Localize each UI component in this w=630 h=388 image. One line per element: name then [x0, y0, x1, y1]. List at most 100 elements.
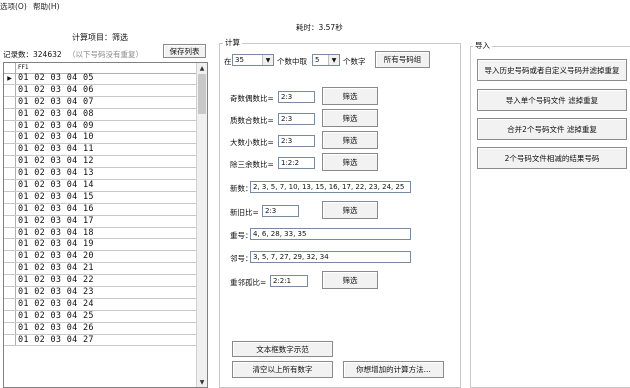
number-cell[interactable]: 01 02 03 04 23 [18, 287, 94, 298]
scroll-thumb[interactable] [198, 74, 206, 114]
number-cell[interactable]: 01 02 03 04 13 [18, 168, 94, 179]
table-row[interactable]: 01 02 03 04 10 [4, 132, 197, 145]
number-cell[interactable]: 01 02 03 04 19 [18, 239, 94, 250]
table-row[interactable]: 01 02 03 04 27 [4, 334, 197, 347]
table-row[interactable]: ▶ 01 02 03 04 05 [4, 73, 197, 85]
table-row[interactable]: 01 02 03 04 24 [4, 298, 197, 311]
column-header[interactable]: FF1 [18, 64, 29, 71]
table-row[interactable]: 01 02 03 04 11 [4, 144, 197, 157]
table-row[interactable]: 01 02 03 04 08 [4, 108, 197, 121]
row-header[interactable] [4, 180, 16, 191]
row-header[interactable] [4, 310, 16, 322]
all-numbers-button[interactable]: 所有号码组 [375, 51, 430, 68]
neighbor-input[interactable]: 3, 5, 7, 27, 29, 32, 34 [250, 251, 411, 263]
row-header[interactable] [4, 275, 16, 287]
table-row[interactable]: 01 02 03 04 20 [4, 251, 197, 264]
row-header[interactable] [4, 263, 16, 275]
odd-even-filter-button[interactable]: 筛选 [322, 87, 378, 105]
table-row[interactable]: 01 02 03 04 12 [4, 156, 197, 169]
number-cell[interactable]: 01 02 03 04 10 [18, 132, 94, 143]
row-header[interactable] [4, 227, 16, 239]
merge-two-files-button[interactable]: 合并2个号码文件 滤掉重复 [477, 118, 627, 140]
big-small-input[interactable]: 2:3 [278, 135, 315, 147]
number-cell[interactable]: 01 02 03 04 15 [18, 192, 94, 203]
new-old-input[interactable]: 2:3 [262, 205, 299, 217]
row-pointer-icon[interactable]: ▶ [4, 73, 16, 84]
row-header[interactable] [4, 191, 16, 203]
table-row[interactable]: 01 02 03 04 15 [4, 191, 197, 204]
table-row[interactable]: 01 02 03 04 09 [4, 120, 197, 133]
row-header[interactable] [4, 96, 16, 108]
number-cell[interactable]: 01 02 03 04 06 [18, 85, 94, 96]
number-cell[interactable]: 01 02 03 04 08 [18, 109, 94, 120]
repeat-neighbor-isolated-filter-button[interactable]: 筛选 [322, 271, 378, 289]
number-cell[interactable]: 01 02 03 04 05 [18, 73, 94, 84]
number-cell[interactable]: 01 02 03 04 27 [18, 335, 94, 346]
big-small-filter-button[interactable]: 筛选 [322, 131, 378, 149]
table-row[interactable]: 01 02 03 04 21 [4, 263, 197, 276]
clear-all-button[interactable]: 清空以上所有数字 [232, 361, 333, 378]
table-row[interactable]: 01 02 03 04 23 [4, 287, 197, 299]
odd-even-input[interactable]: 2:3 [278, 91, 315, 103]
number-cell[interactable]: 01 02 03 04 17 [18, 216, 94, 227]
table-row[interactable]: 01 02 03 04 14 [4, 180, 197, 192]
number-cell[interactable]: 01 02 03 04 09 [18, 121, 94, 132]
table-row[interactable]: 01 02 03 04 16 [4, 203, 197, 216]
table-row[interactable]: 01 02 03 04 18 [4, 227, 197, 240]
table-row[interactable]: 01 02 03 04 26 [4, 322, 197, 335]
number-cell[interactable]: 01 02 03 04 25 [18, 311, 94, 322]
scroll-up-icon[interactable]: ▲ [197, 63, 207, 73]
scroll-down-icon[interactable]: ▼ [197, 377, 207, 387]
number-cell[interactable]: 01 02 03 04 07 [18, 97, 94, 108]
row-header[interactable] [4, 322, 16, 334]
dropdown-arrow-icon[interactable]: ▼ [328, 55, 339, 65]
save-list-button[interactable]: 保存列表 [163, 44, 206, 58]
import-single-file-button[interactable]: 导入单个号码文件 滤掉重复 [477, 89, 627, 111]
table-row[interactable]: 01 02 03 04 19 [4, 239, 197, 252]
prime-composite-input[interactable]: 2:3 [278, 113, 315, 125]
k-select[interactable]: 5 ▼ [312, 54, 340, 66]
mod3-filter-button[interactable]: 筛选 [322, 153, 378, 171]
number-cell[interactable]: 01 02 03 04 16 [18, 204, 94, 215]
import-history-button[interactable]: 导入历史号码或者自定义号码并滤掉重复 [477, 59, 627, 81]
row-header[interactable] [4, 287, 16, 298]
number-cell[interactable]: 01 02 03 04 12 [18, 156, 94, 167]
number-cell[interactable]: 01 02 03 04 26 [18, 323, 94, 334]
row-header[interactable] [4, 215, 16, 227]
menu-help[interactable]: 帮助(H) [33, 1, 60, 12]
repeat-input[interactable]: 4, 6, 28, 33, 35 [250, 228, 411, 240]
n-select[interactable]: 35 ▼ [232, 54, 274, 66]
table-row[interactable]: 01 02 03 04 22 [4, 275, 197, 288]
row-header[interactable] [4, 203, 16, 215]
number-cell[interactable]: 01 02 03 04 18 [18, 228, 94, 239]
table-row[interactable]: 01 02 03 04 25 [4, 310, 197, 323]
table-row[interactable]: 01 02 03 04 13 [4, 168, 197, 181]
row-header[interactable] [4, 144, 16, 156]
row-header[interactable] [4, 156, 16, 168]
vertical-scrollbar[interactable]: ▲ ▼ [196, 63, 207, 387]
number-cell[interactable]: 01 02 03 04 20 [18, 251, 94, 262]
subtract-two-files-button[interactable]: 2个号码文件相减的结果号码 [477, 147, 627, 169]
row-header[interactable] [4, 298, 16, 310]
row-header[interactable] [4, 168, 16, 180]
number-cell[interactable]: 01 02 03 04 24 [18, 299, 94, 310]
dropdown-arrow-icon[interactable]: ▼ [262, 55, 273, 65]
row-header[interactable] [4, 132, 16, 144]
row-header[interactable] [4, 334, 16, 346]
row-header[interactable] [4, 239, 16, 251]
row-header[interactable] [4, 84, 16, 96]
prime-composite-filter-button[interactable]: 筛选 [322, 109, 378, 127]
table-row[interactable]: 01 02 03 04 07 [4, 96, 197, 109]
row-header[interactable] [4, 251, 16, 263]
new-numbers-input[interactable]: 2, 3, 5, 7, 10, 13, 15, 16, 17, 22, 23, … [250, 181, 411, 193]
menu-options[interactable]: 选项(O) [0, 1, 27, 12]
number-cell[interactable]: 01 02 03 04 11 [18, 144, 94, 155]
text-box-demo-button[interactable]: 文本框数字示范 [232, 341, 333, 357]
table-row[interactable]: 01 02 03 04 06 [4, 84, 197, 97]
number-cell[interactable]: 01 02 03 04 14 [18, 180, 94, 191]
row-header[interactable] [4, 108, 16, 120]
add-method-button[interactable]: 你想增加的计算方法... [343, 361, 444, 378]
number-cell[interactable]: 01 02 03 04 22 [18, 275, 94, 286]
number-cell[interactable]: 01 02 03 04 21 [18, 263, 94, 274]
new-old-filter-button[interactable]: 筛选 [322, 201, 378, 219]
